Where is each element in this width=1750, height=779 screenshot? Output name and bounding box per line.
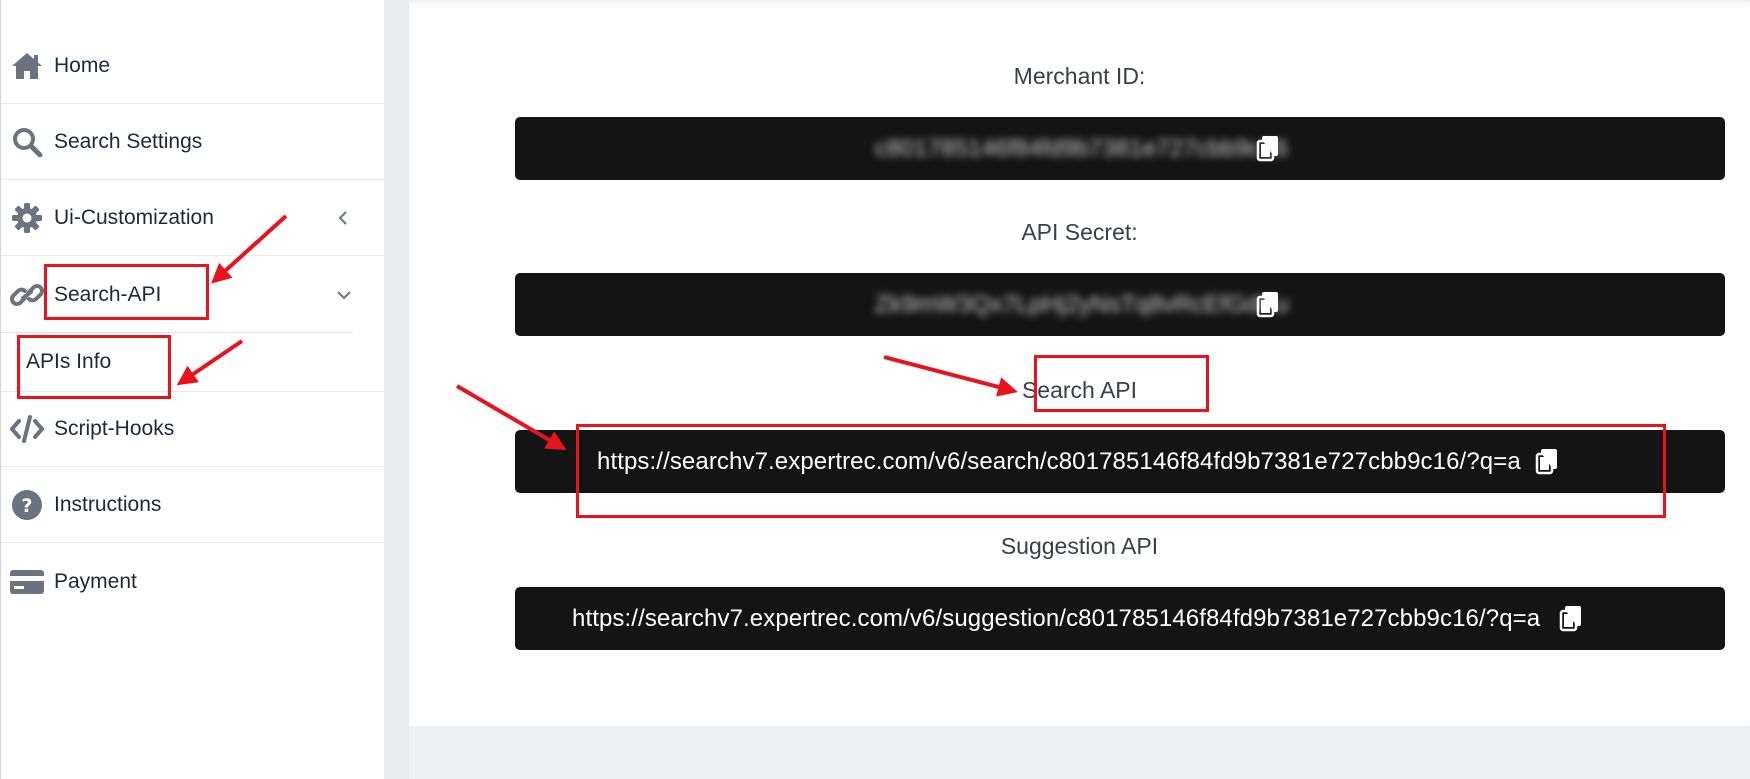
link-icon: [9, 278, 45, 312]
sidebar-item-label: Home: [54, 54, 111, 77]
sidebar-item-search-api[interactable]: Search-API: [1, 257, 385, 332]
sidebar-item-home[interactable]: Home: [1, 29, 385, 104]
sidebar-item-payment[interactable]: Payment: [1, 544, 385, 619]
merchant-id-value: c801785146f84fd9b7381e727cbb9c16: [875, 134, 1288, 162]
search-api-url[interactable]: https://searchv7.expertrec.com/v6/search…: [597, 448, 1521, 476]
api-secret-value: Zk9mW3Qx7LpHj2yNsTq8vRcEfGdKu: [875, 290, 1289, 318]
merchant-id-label: Merchant ID:: [1013, 63, 1146, 89]
copy-icon[interactable]: [1558, 605, 1584, 633]
sidebar-gutter: [384, 0, 409, 779]
sidebar-item-search-settings[interactable]: Search Settings: [1, 105, 385, 180]
search-api-field: https://searchv7.expertrec.com/v6/search…: [515, 430, 1725, 493]
sidebar-item-label: Search-API: [54, 282, 162, 306]
search-icon: [9, 125, 45, 159]
search-api-label: Search API: [1021, 377, 1138, 403]
sidebar-item-label: Search Settings: [54, 130, 203, 153]
suggestion-api-label: Suggestion API: [1000, 533, 1159, 559]
chevron-down-icon[interactable]: [335, 286, 353, 304]
suggestion-api-url[interactable]: https://searchv7.expertrec.com/v6/sugges…: [572, 605, 1540, 633]
gear-icon: [9, 201, 45, 235]
credit-card-icon: [9, 565, 45, 599]
sidebar-subitem-label: APIs Info: [26, 350, 112, 373]
api-info-panel: Merchant ID: c801785146f84fd9b7381e727cb…: [409, 0, 1750, 726]
sidebar-item-label: Script-Hooks: [54, 417, 175, 440]
sidebar-item-script-hooks[interactable]: Script-Hooks: [1, 392, 385, 467]
chevron-left-icon[interactable]: [335, 209, 353, 227]
sidebar-item-label: Payment: [54, 569, 137, 593]
suggestion-api-field: https://searchv7.expertrec.com/v6/sugges…: [515, 587, 1725, 650]
sidebar-item-ui-customization[interactable]: Ui-Customization: [1, 181, 385, 256]
code-icon: [9, 412, 45, 446]
sidebar-item-label: Ui-Customization: [54, 206, 214, 229]
svg-text:?: ?: [21, 495, 32, 517]
copy-icon[interactable]: [1255, 135, 1281, 163]
api-secret-field: Zk9mW3Qx7LpHj2yNsTq8vRcEfGdKu: [515, 273, 1725, 336]
copy-icon[interactable]: [1534, 448, 1560, 476]
sidebar: Home Search Settings Ui-Customization Se…: [0, 0, 385, 779]
question-circle-icon: ?: [9, 488, 45, 522]
home-icon: [9, 49, 45, 83]
sidebar-item-label: Instructions: [54, 493, 162, 516]
sidebar-subitem-apis-info[interactable]: APIs Info: [1, 333, 385, 392]
api-secret-label: API Secret:: [1021, 219, 1138, 245]
sidebar-item-instructions[interactable]: ? Instructions: [1, 468, 385, 543]
copy-icon[interactable]: [1255, 291, 1281, 319]
merchant-id-field: c801785146f84fd9b7381e727cbb9c16: [515, 117, 1725, 180]
